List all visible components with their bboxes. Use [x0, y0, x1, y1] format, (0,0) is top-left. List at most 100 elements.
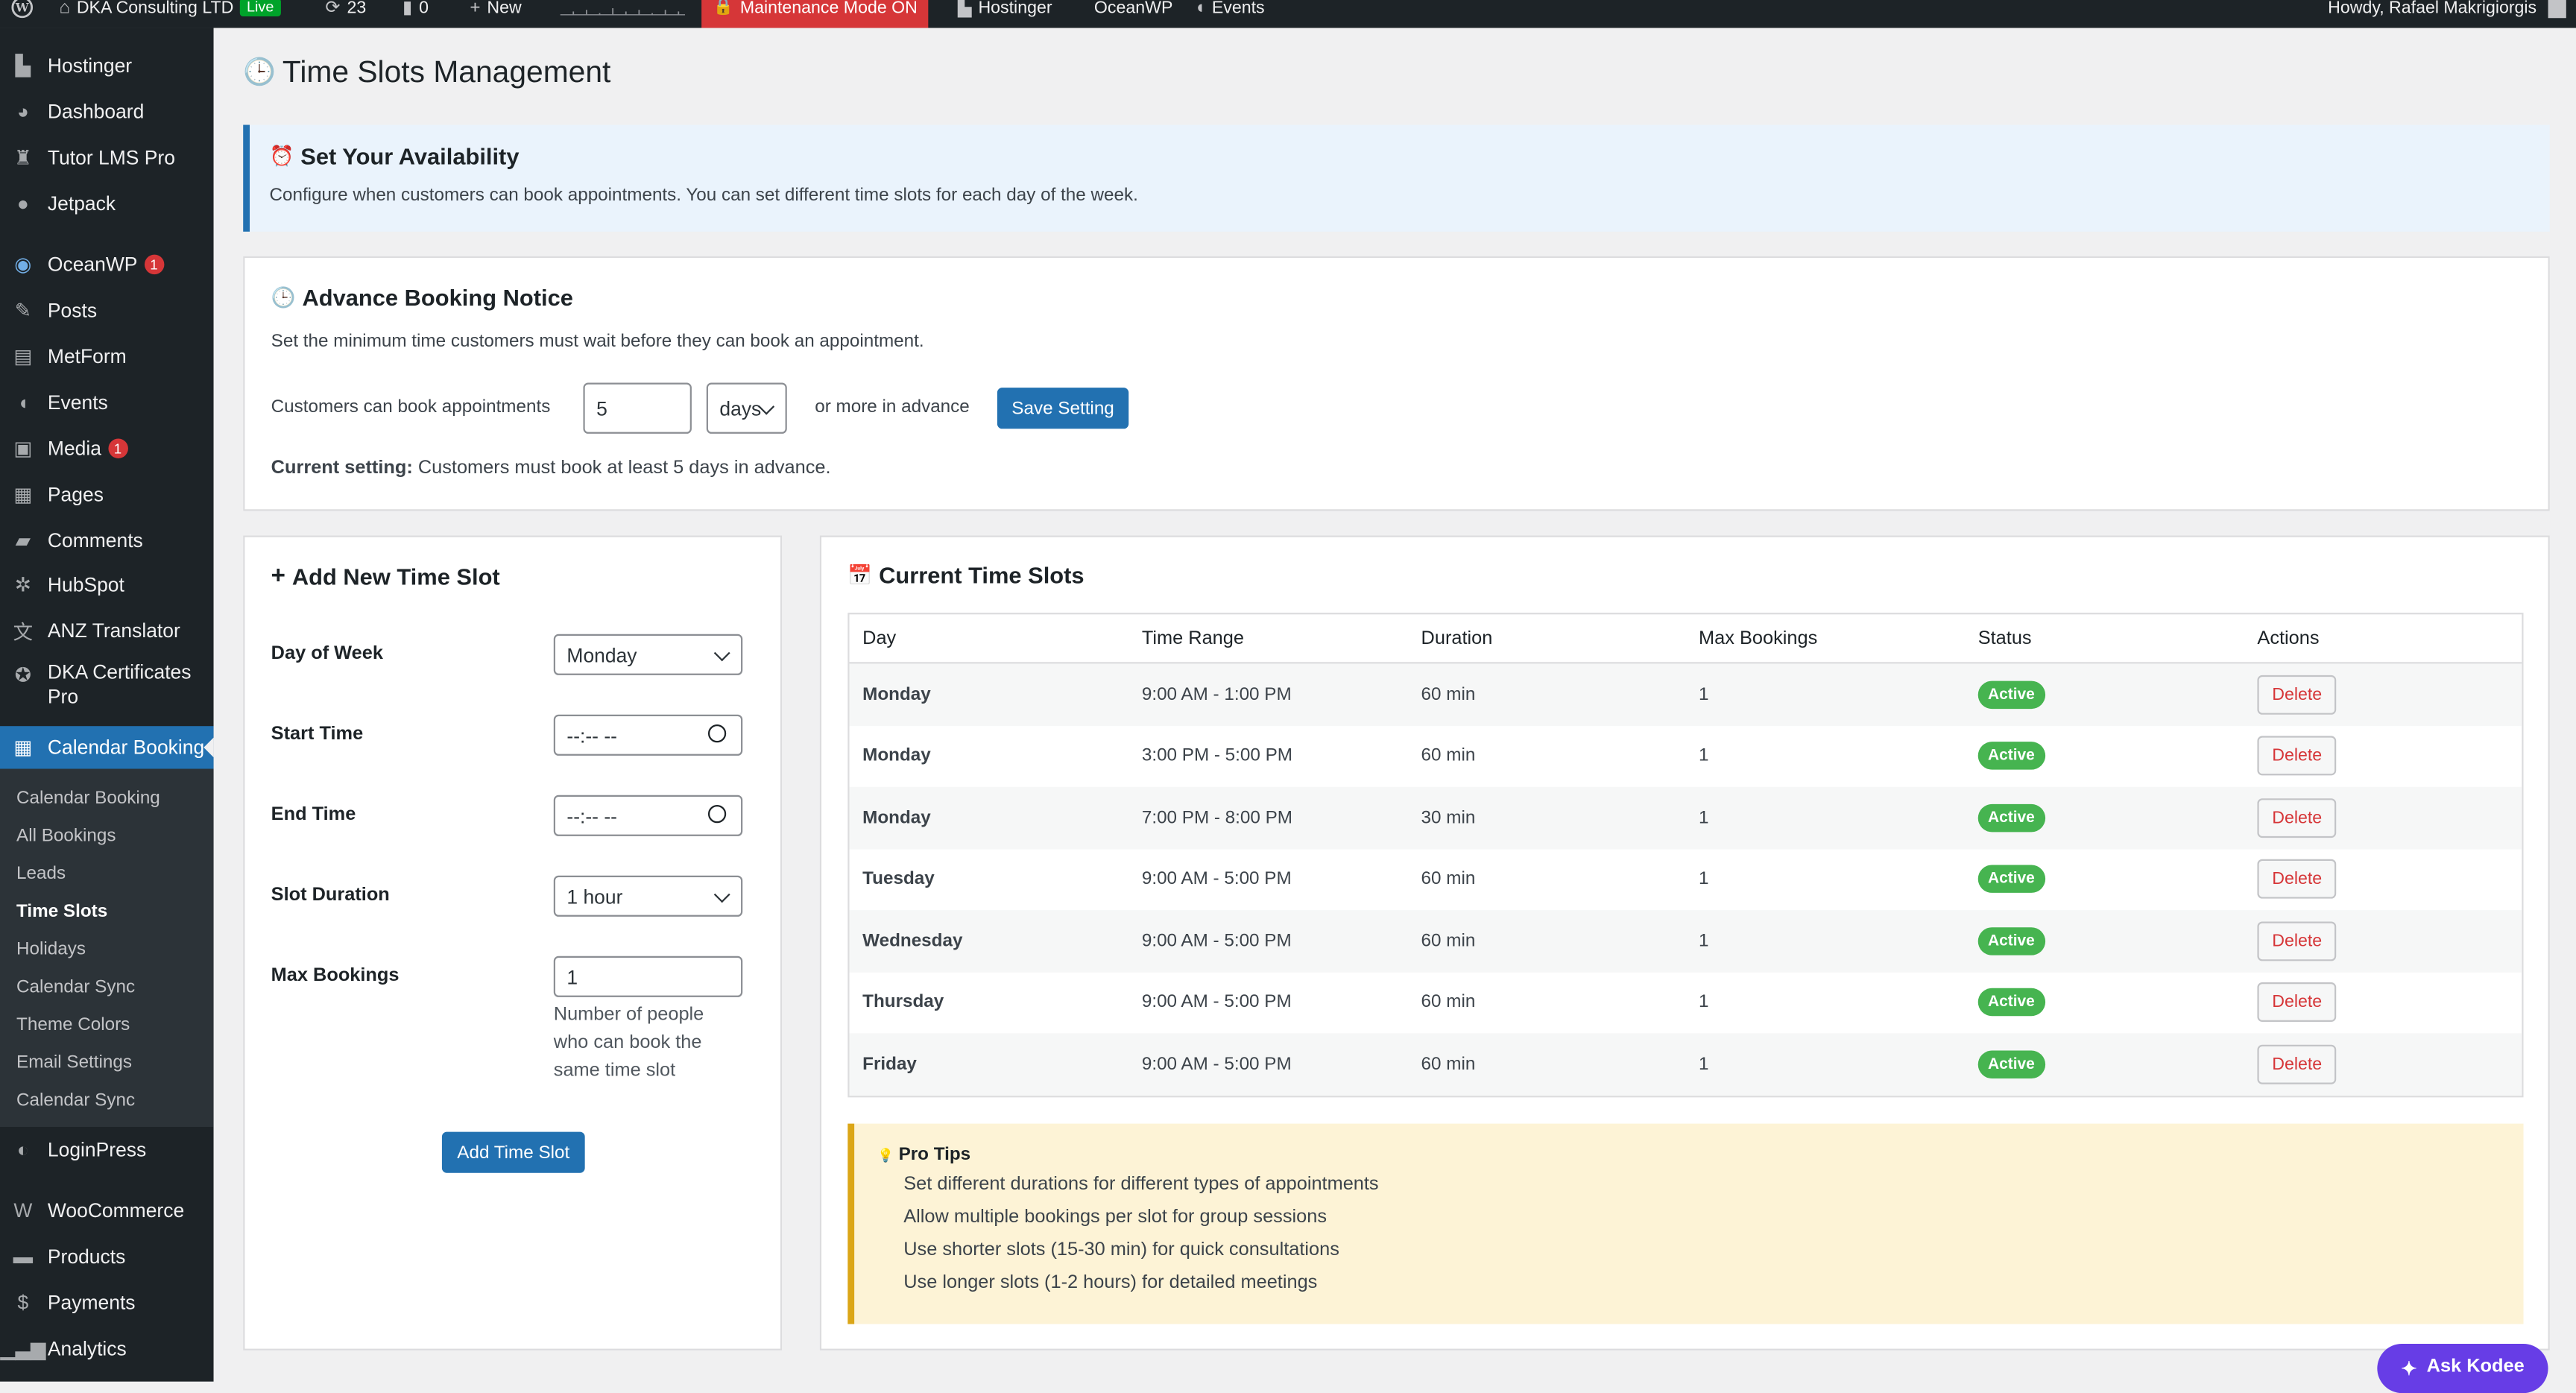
column-header-actions: Actions	[2257, 628, 2320, 648]
delete-button[interactable]: Delete	[2257, 797, 2337, 838]
status-badge: Active	[1977, 803, 2045, 832]
sidebar-item-dashboard[interactable]: ◕ Dashboard	[0, 90, 214, 133]
chevron-down-icon	[713, 644, 730, 661]
max-bookings-input[interactable]: 1	[553, 955, 743, 997]
add-slot-title: + Add New Time Slot	[271, 562, 500, 590]
time-range-cell: 9:00 AM - 1:00 PM	[1141, 684, 1292, 705]
slot-duration-select[interactable]: 1 hour	[553, 875, 743, 917]
sidebar-item-payments[interactable]: $ Payments	[0, 1281, 214, 1324]
comments-link[interactable]: ▮ 0	[402, 0, 429, 28]
sidebar-item-label: Jetpack	[47, 192, 116, 215]
site-name: DKA Consulting LTD	[76, 0, 234, 19]
oceanwp-link[interactable]: OceanWP	[1094, 0, 1172, 28]
submenu-email-settings[interactable]: Email Settings	[16, 1053, 132, 1073]
max-bookings-label: Max Bookings	[271, 966, 400, 986]
time-range-cell: 9:00 AM - 5:00 PM	[1141, 992, 1292, 1013]
submenu-calendar-booking[interactable]: Calendar Booking	[16, 789, 160, 808]
sidebar-item-label: Hostinger	[47, 54, 133, 78]
delete-button[interactable]: Delete	[2257, 675, 2337, 715]
save-setting-button[interactable]: Save Setting	[997, 388, 1129, 429]
availability-notice: ⏰ Set Your Availability Configure when c…	[243, 124, 2550, 232]
translate-icon: 文	[13, 620, 34, 643]
plus-icon: +	[470, 0, 481, 19]
add-time-slot-button[interactable]: Add Time Slot	[441, 1131, 585, 1173]
ask-kodee-button[interactable]: ✦ Ask Kodee	[2377, 1343, 2548, 1393]
delete-button[interactable]: Delete	[2257, 736, 2337, 776]
status-badge: Active	[1977, 926, 2045, 955]
sparkle-icon: ✦	[2401, 1359, 2417, 1380]
notification-badge: 1	[107, 438, 128, 458]
start-time-input[interactable]: --:-- --	[553, 714, 743, 756]
site-name-link[interactable]: ⌂ DKA Consulting LTD Live	[59, 0, 281, 28]
sidebar-item-tutor-lms[interactable]: ♜ Tutor LMS Pro	[0, 136, 214, 179]
maintenance-mode-toggle[interactable]: 🔒 Maintenance Mode ON	[701, 0, 929, 28]
wordpress-logo[interactable]: W	[11, 0, 34, 28]
max-bookings-cell: 1	[1699, 869, 1709, 889]
day-of-week-select[interactable]: Monday	[553, 634, 743, 675]
submenu-theme-colors[interactable]: Theme Colors	[16, 1015, 130, 1035]
sidebar-item-events[interactable]: ◖ Events	[0, 381, 214, 423]
duration-cell: 60 min	[1421, 869, 1476, 889]
user-account-menu[interactable]: Howdy, Rafael Makrigiorgis	[2328, 0, 2566, 28]
stats-sparkline[interactable]	[560, 0, 686, 28]
sidebar-item-oceanwp[interactable]: ◉ OceanWP 1	[0, 243, 214, 285]
time-range-cell: 9:00 AM - 5:00 PM	[1141, 869, 1292, 889]
advance-unit-select[interactable]: days	[706, 382, 787, 434]
submenu-all-bookings[interactable]: All Bookings	[16, 827, 116, 846]
max-bookings-help: Number of people who can book the same t…	[553, 1005, 704, 1081]
advance-field-label: Customers can book appointments	[271, 397, 551, 417]
avatar	[2548, 0, 2566, 19]
new-content-link[interactable]: + New	[470, 0, 521, 28]
form-icon: ▤	[13, 344, 33, 368]
max-bookings-cell: 1	[1699, 1054, 1709, 1074]
sidebar-item-hostinger[interactable]: ▙ Hostinger	[0, 45, 214, 87]
sidebar-item-loginpress[interactable]: ◐ LoginPress	[0, 1128, 214, 1171]
sidebar-item-analytics[interactable]: ▁▃▆ Analytics	[0, 1327, 214, 1370]
submenu-time-slots[interactable]: Time Slots	[16, 902, 107, 921]
end-time-input[interactable]: --:-- --	[553, 795, 743, 836]
sidebar-item-label: WooCommerce	[47, 1198, 185, 1222]
megaphone-icon: ◖	[16, 391, 29, 414]
status-badge: Active	[1977, 988, 2045, 1017]
sidebar-item-dka-certificates[interactable]: ✪ DKA Certificates Pro	[0, 660, 214, 716]
hostinger-icon: ▙	[15, 54, 31, 78]
sidebar-item-label: Events	[47, 391, 108, 414]
sidebar-item-posts[interactable]: ✎ Posts	[0, 289, 214, 332]
sidebar-item-calendar-booking[interactable]: ▦ Calendar Booking	[0, 726, 214, 769]
delete-button[interactable]: Delete	[2257, 920, 2337, 961]
duration-cell: 60 min	[1421, 931, 1476, 951]
submenu-calendar-sync-2[interactable]: Calendar Sync	[16, 1091, 135, 1111]
sidebar-item-comments[interactable]: ▰ Comments	[0, 519, 214, 561]
refresh-icon: ⟳	[325, 0, 341, 19]
submenu-holidays[interactable]: Holidays	[16, 940, 86, 959]
hostinger-link[interactable]: ▙ Hostinger	[958, 0, 1052, 28]
sidebar-item-metform[interactable]: ▤ MetForm	[0, 335, 214, 378]
current-menu-arrow	[203, 737, 214, 758]
delete-button[interactable]: Delete	[2257, 982, 2337, 1023]
sidebar-item-hubspot[interactable]: ✲ HubSpot	[0, 563, 214, 606]
sidebar-item-label: Analytics	[47, 1337, 127, 1360]
certificate-icon: ✪	[14, 663, 31, 687]
advance-booking-title: 🕒 Advance Booking Notice	[271, 284, 573, 310]
hostinger-label: Hostinger	[978, 0, 1052, 19]
sidebar-item-pages[interactable]: ▦ Pages	[0, 473, 214, 516]
time-range-cell: 3:00 PM - 5:00 PM	[1141, 746, 1293, 766]
day-cell: Tuesday	[862, 869, 935, 889]
sidebar-item-media[interactable]: ▣ Media 1	[0, 427, 214, 470]
updates-link[interactable]: ⟳ 23	[325, 0, 366, 28]
sidebar-item-jetpack[interactable]: ● Jetpack	[0, 183, 214, 225]
pro-tips-title: 💡 Pro Tips	[877, 1145, 970, 1164]
sidebar-item-woocommerce[interactable]: W WooCommerce	[0, 1190, 214, 1232]
sidebar-item-label: Media	[47, 437, 101, 461]
delete-button[interactable]: Delete	[2257, 859, 2337, 900]
delete-button[interactable]: Delete	[2257, 1044, 2337, 1084]
events-link[interactable]: ◖ Events	[1194, 0, 1264, 28]
submenu-leads[interactable]: Leads	[16, 864, 66, 883]
sparkline-chart	[560, 8, 686, 16]
advance-days-input[interactable]: 5	[583, 382, 692, 434]
sidebar-item-products[interactable]: ▬ Products	[0, 1235, 214, 1277]
sidebar-item-anz-translator[interactable]: 文 ANZ Translator	[0, 610, 214, 652]
dashboard-icon: ◕	[16, 100, 29, 124]
submenu-calendar-sync[interactable]: Calendar Sync	[16, 977, 135, 996]
comments-count: 0	[419, 0, 429, 19]
